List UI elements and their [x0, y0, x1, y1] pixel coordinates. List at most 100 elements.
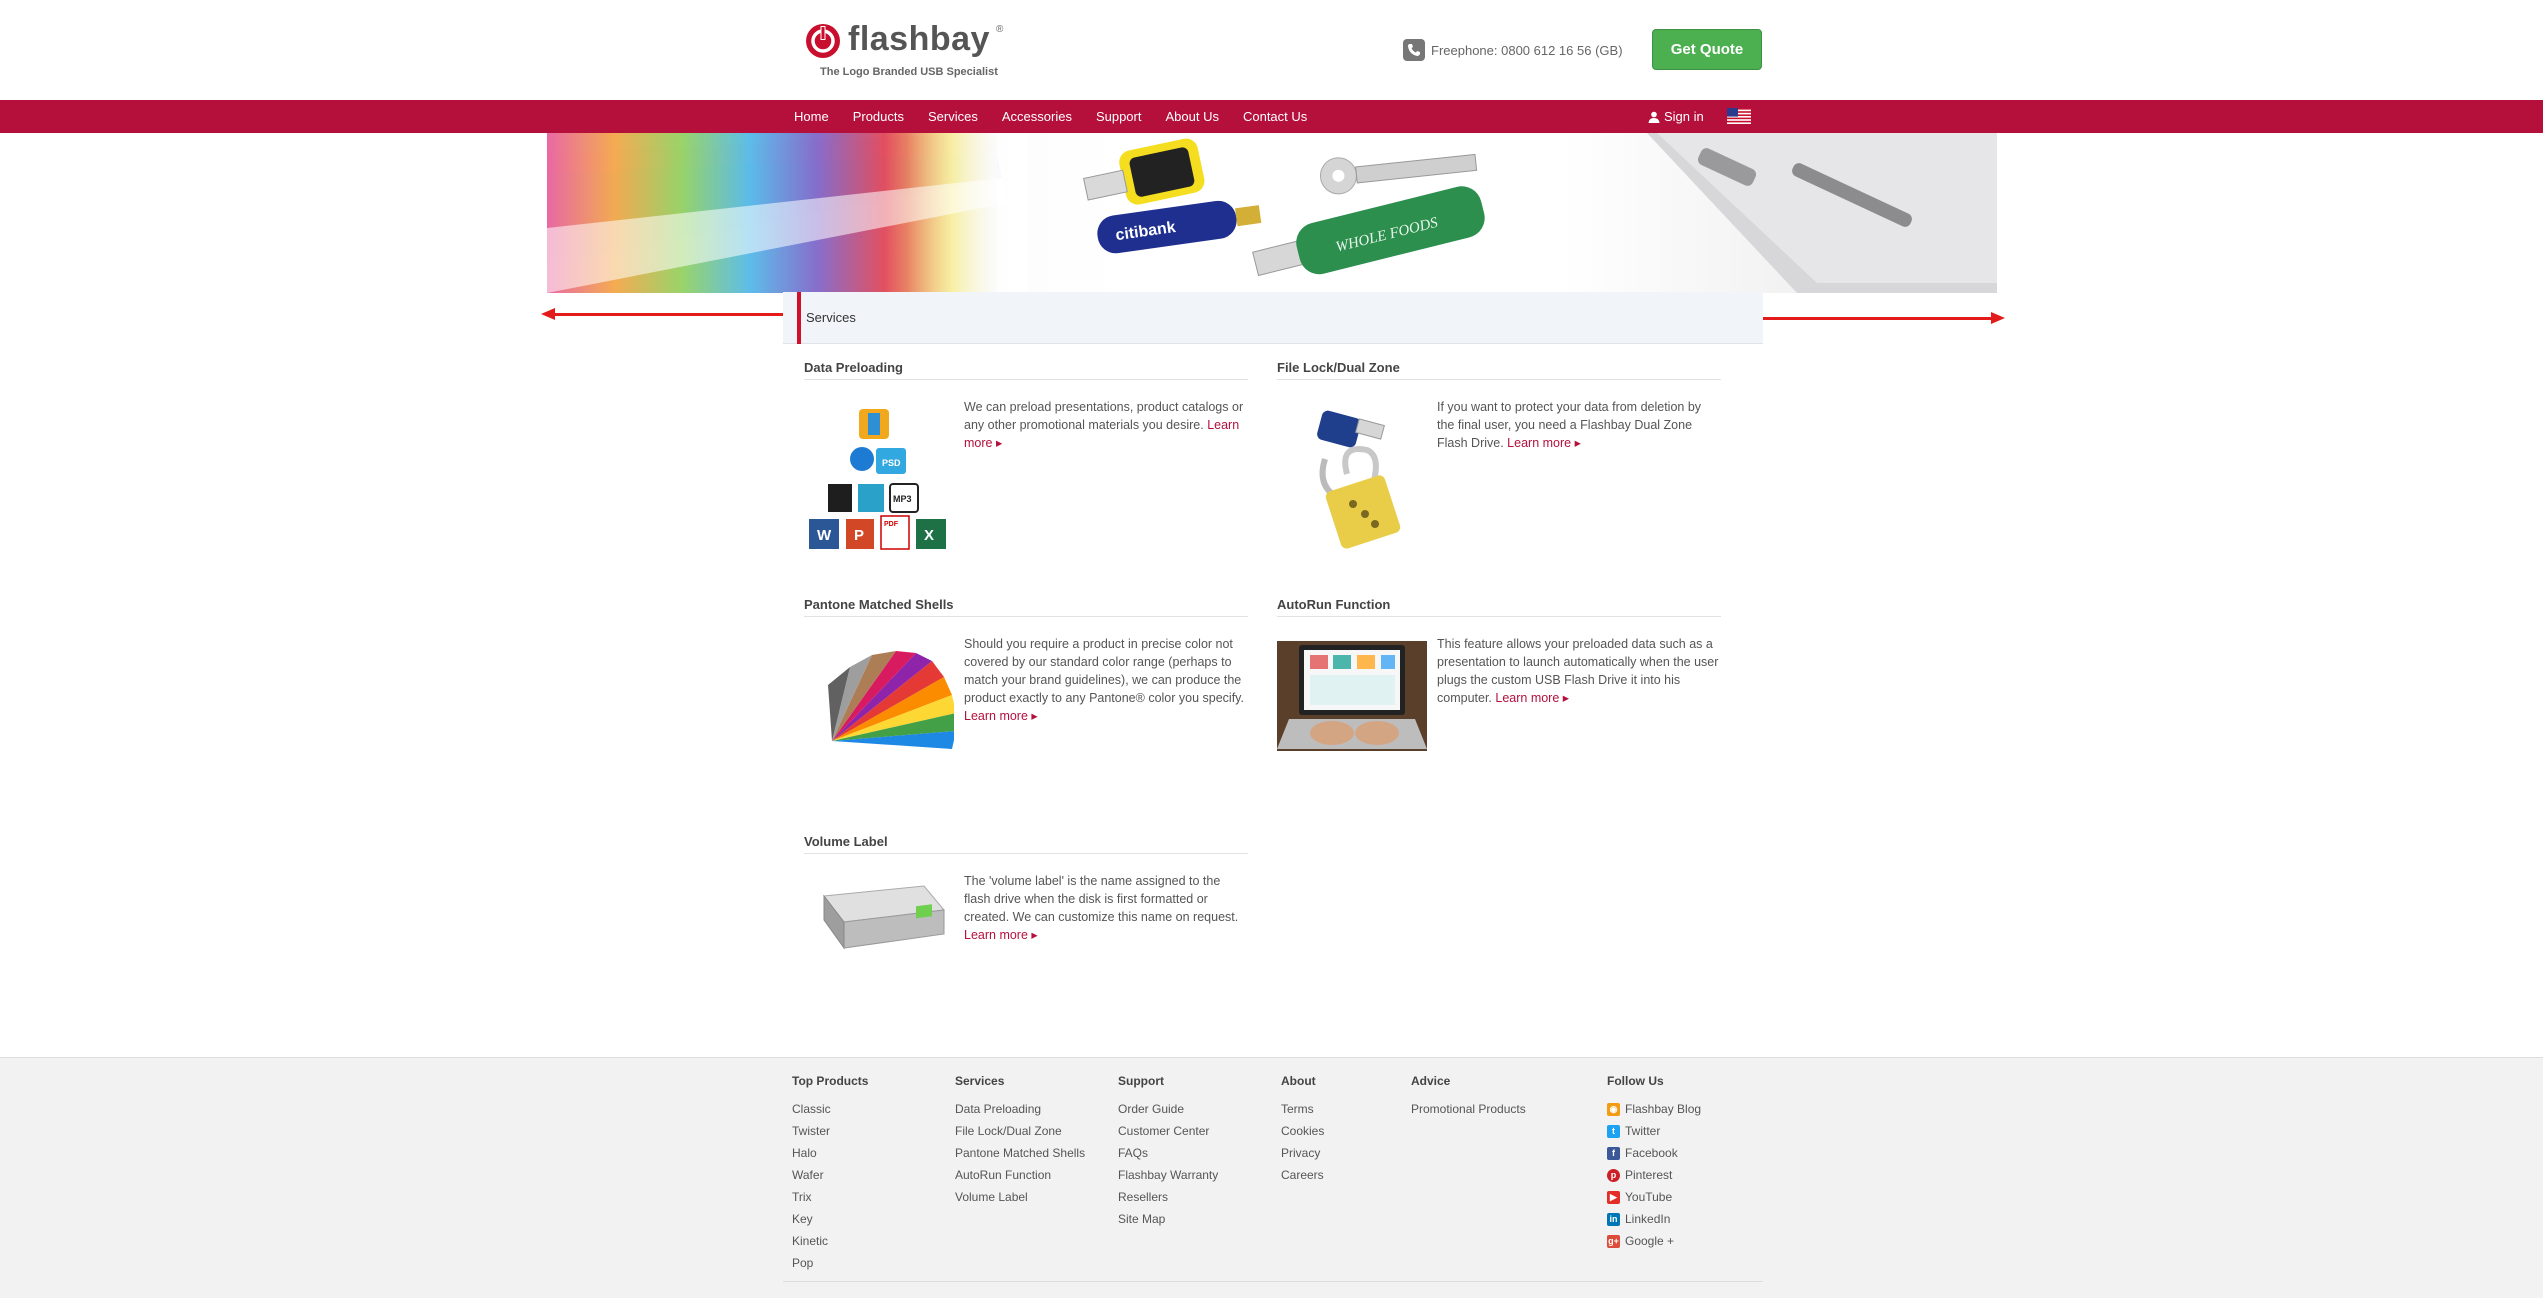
service-card-file-lock: File Lock/Dual Zone If you want to prote… [1277, 360, 1721, 549]
service-description: Should you require a product in precise … [964, 637, 1244, 723]
pinterest-icon: p [1607, 1168, 1620, 1182]
service-title[interactable]: Volume Label [804, 834, 1248, 854]
sign-in-link[interactable]: Sign in [1648, 100, 1704, 133]
footer-heading: Advice [1411, 1074, 1451, 1088]
service-card-autorun: AutoRun Function This feature allows you… [1277, 597, 1721, 751]
footer-link[interactable]: Pantone Matched Shells [955, 1142, 1085, 1164]
flashbay-logo[interactable]: flashbay ® The Logo Branded USB Speciali… [800, 20, 1015, 84]
footer-social-link[interactable]: ▶ YouTube [1607, 1186, 1701, 1208]
footer-link[interactable]: Resellers [1118, 1186, 1218, 1208]
footer-follow-us: Follow Us ◉ Flashbay Blog t Twitter f Faceb… [1607, 1074, 1701, 1252]
footer-heading: Services [955, 1074, 1005, 1088]
footer-heading: About [1281, 1074, 1316, 1088]
get-quote-button[interactable]: Get Quote [1652, 29, 1762, 70]
nav-contact-us[interactable]: Contact Us [1243, 109, 1307, 124]
nav-accessories[interactable]: Accessories [1002, 109, 1072, 124]
service-title[interactable]: Data Preloading [804, 360, 1248, 380]
learn-more-link[interactable]: Learn more ▸ [1507, 436, 1581, 450]
footer-link[interactable]: Volume Label [955, 1186, 1085, 1208]
footer-advice: Advice Promotional Products [1411, 1074, 1526, 1120]
footer-services: Services Data Preloading File Lock/Dual … [955, 1074, 1085, 1208]
svg-text:X: X [924, 527, 934, 544]
freephone-contact: Freephone: 0800 612 16 56 (GB) [1403, 39, 1623, 61]
footer-social-link[interactable]: p Pinterest [1607, 1164, 1701, 1186]
footer-link[interactable]: Wafer [792, 1164, 868, 1186]
logo-wordmark: flashbay [848, 20, 990, 58]
footer-link[interactable]: Trix [792, 1186, 868, 1208]
footer-link[interactable]: Kinetic [792, 1230, 868, 1252]
footer-link[interactable]: Terms [1281, 1098, 1324, 1120]
left-arrowhead-icon [541, 308, 555, 320]
footer-social-link[interactable]: ◉ Flashbay Blog [1607, 1098, 1701, 1120]
twitter-icon: t [1607, 1124, 1620, 1138]
footer-social-link[interactable]: f Facebook [1607, 1142, 1701, 1164]
footer-link[interactable]: Key [792, 1208, 868, 1230]
user-icon [1648, 111, 1660, 123]
us-flag-icon[interactable] [1727, 108, 1751, 124]
svg-text:PDF: PDF [884, 521, 899, 528]
footer-social-link[interactable]: in LinkedIn [1607, 1208, 1701, 1230]
footer-link[interactable]: Classic [792, 1098, 868, 1120]
footer-social-link[interactable]: t Twitter [1607, 1120, 1701, 1142]
footer-link[interactable]: Careers [1281, 1164, 1324, 1186]
main-nav: Home Products Services Accessories Suppo… [0, 100, 2543, 133]
nav-home[interactable]: Home [794, 109, 829, 124]
linkedin-icon: in [1607, 1212, 1620, 1226]
service-title[interactable]: AutoRun Function [1277, 597, 1721, 617]
nav-products[interactable]: Products [853, 109, 904, 124]
footer-link[interactable]: Cookies [1281, 1120, 1324, 1142]
freephone-text: Freephone: 0800 612 16 56 (GB) [1431, 42, 1623, 58]
footer-link[interactable]: Twister [792, 1120, 868, 1142]
facebook-icon: f [1607, 1146, 1620, 1160]
service-title[interactable]: File Lock/Dual Zone [1277, 360, 1721, 380]
service-description: This feature allows your preloaded data … [1437, 637, 1719, 705]
pantone-fan-image [828, 651, 954, 749]
svg-text:W: W [817, 527, 832, 544]
service-card-data-preloading: Data Preloading PSD MP3 W P PDF X We can… [804, 360, 1248, 550]
svg-text:MP3: MP3 [893, 494, 912, 504]
learn-more-link[interactable]: Learn more ▸ [964, 928, 1038, 942]
footer-link[interactable]: Data Preloading [955, 1098, 1085, 1120]
footer-social-link[interactable]: g+ Google + [1607, 1230, 1701, 1252]
logo-tagline: The Logo Branded USB Specialist [820, 66, 998, 78]
nav-support[interactable]: Support [1096, 109, 1142, 124]
service-card-volume-label: Volume Label The 'volume label' is the n… [804, 834, 1248, 950]
laptop-presentation-image [1277, 641, 1427, 751]
learn-more-link[interactable]: Learn more ▸ [1495, 691, 1569, 705]
footer-link[interactable]: Promotional Products [1411, 1098, 1526, 1120]
right-arrowhead-icon [1991, 312, 2005, 324]
footer-link[interactable]: Customer Center [1118, 1120, 1218, 1142]
nav-about-us[interactable]: About Us [1165, 109, 1218, 124]
site-header: flashbay ® The Logo Branded USB Speciali… [0, 0, 2543, 100]
service-title[interactable]: Pantone Matched Shells [804, 597, 1248, 617]
service-description: We can preload presentations, product ca… [964, 400, 1244, 450]
right-arrow-line [1762, 317, 1998, 320]
footer-link[interactable]: FAQs [1118, 1142, 1218, 1164]
logo-registered-mark: ® [996, 24, 1004, 35]
banner-image: citibank WHOLE FOODS [547, 133, 1997, 293]
footer-heading: Support [1118, 1074, 1164, 1088]
footer-top-products: Top Products Classic Twister Halo Wafer … [792, 1074, 868, 1274]
learn-more-link[interactable]: Learn more ▸ [964, 709, 1038, 723]
svg-text:P: P [854, 527, 864, 544]
footer-link[interactable]: Halo [792, 1142, 868, 1164]
service-card-pantone: Pantone Matched Shells Should you requir… [804, 597, 1248, 749]
footer-link[interactable]: File Lock/Dual Zone [955, 1120, 1085, 1142]
footer-heading: Follow Us [1607, 1074, 1664, 1088]
footer-support: Support Order Guide Customer Center FAQs… [1118, 1074, 1218, 1230]
footer-link[interactable]: AutoRun Function [955, 1164, 1085, 1186]
green-usb-image: WHOLE FOODS [1252, 186, 1485, 277]
svg-text:PSD: PSD [882, 458, 901, 468]
footer-link[interactable]: Privacy [1281, 1142, 1324, 1164]
services-heading-bar: Services [783, 292, 1763, 344]
site-footer: Top Products Classic Twister Halo Wafer … [0, 1057, 2543, 1298]
footer-link[interactable]: Site Map [1118, 1208, 1218, 1230]
footer-link[interactable]: Pop [792, 1252, 868, 1274]
padlock-usb-image [1317, 410, 1401, 549]
footer-link[interactable]: Flashbay Warranty [1118, 1164, 1218, 1186]
youtube-icon: ▶ [1607, 1190, 1620, 1204]
sign-in-label: Sign in [1664, 109, 1704, 124]
services-banner: citibank WHOLE FOODS [547, 133, 1997, 293]
nav-services[interactable]: Services [928, 109, 978, 124]
footer-link[interactable]: Order Guide [1118, 1098, 1218, 1120]
